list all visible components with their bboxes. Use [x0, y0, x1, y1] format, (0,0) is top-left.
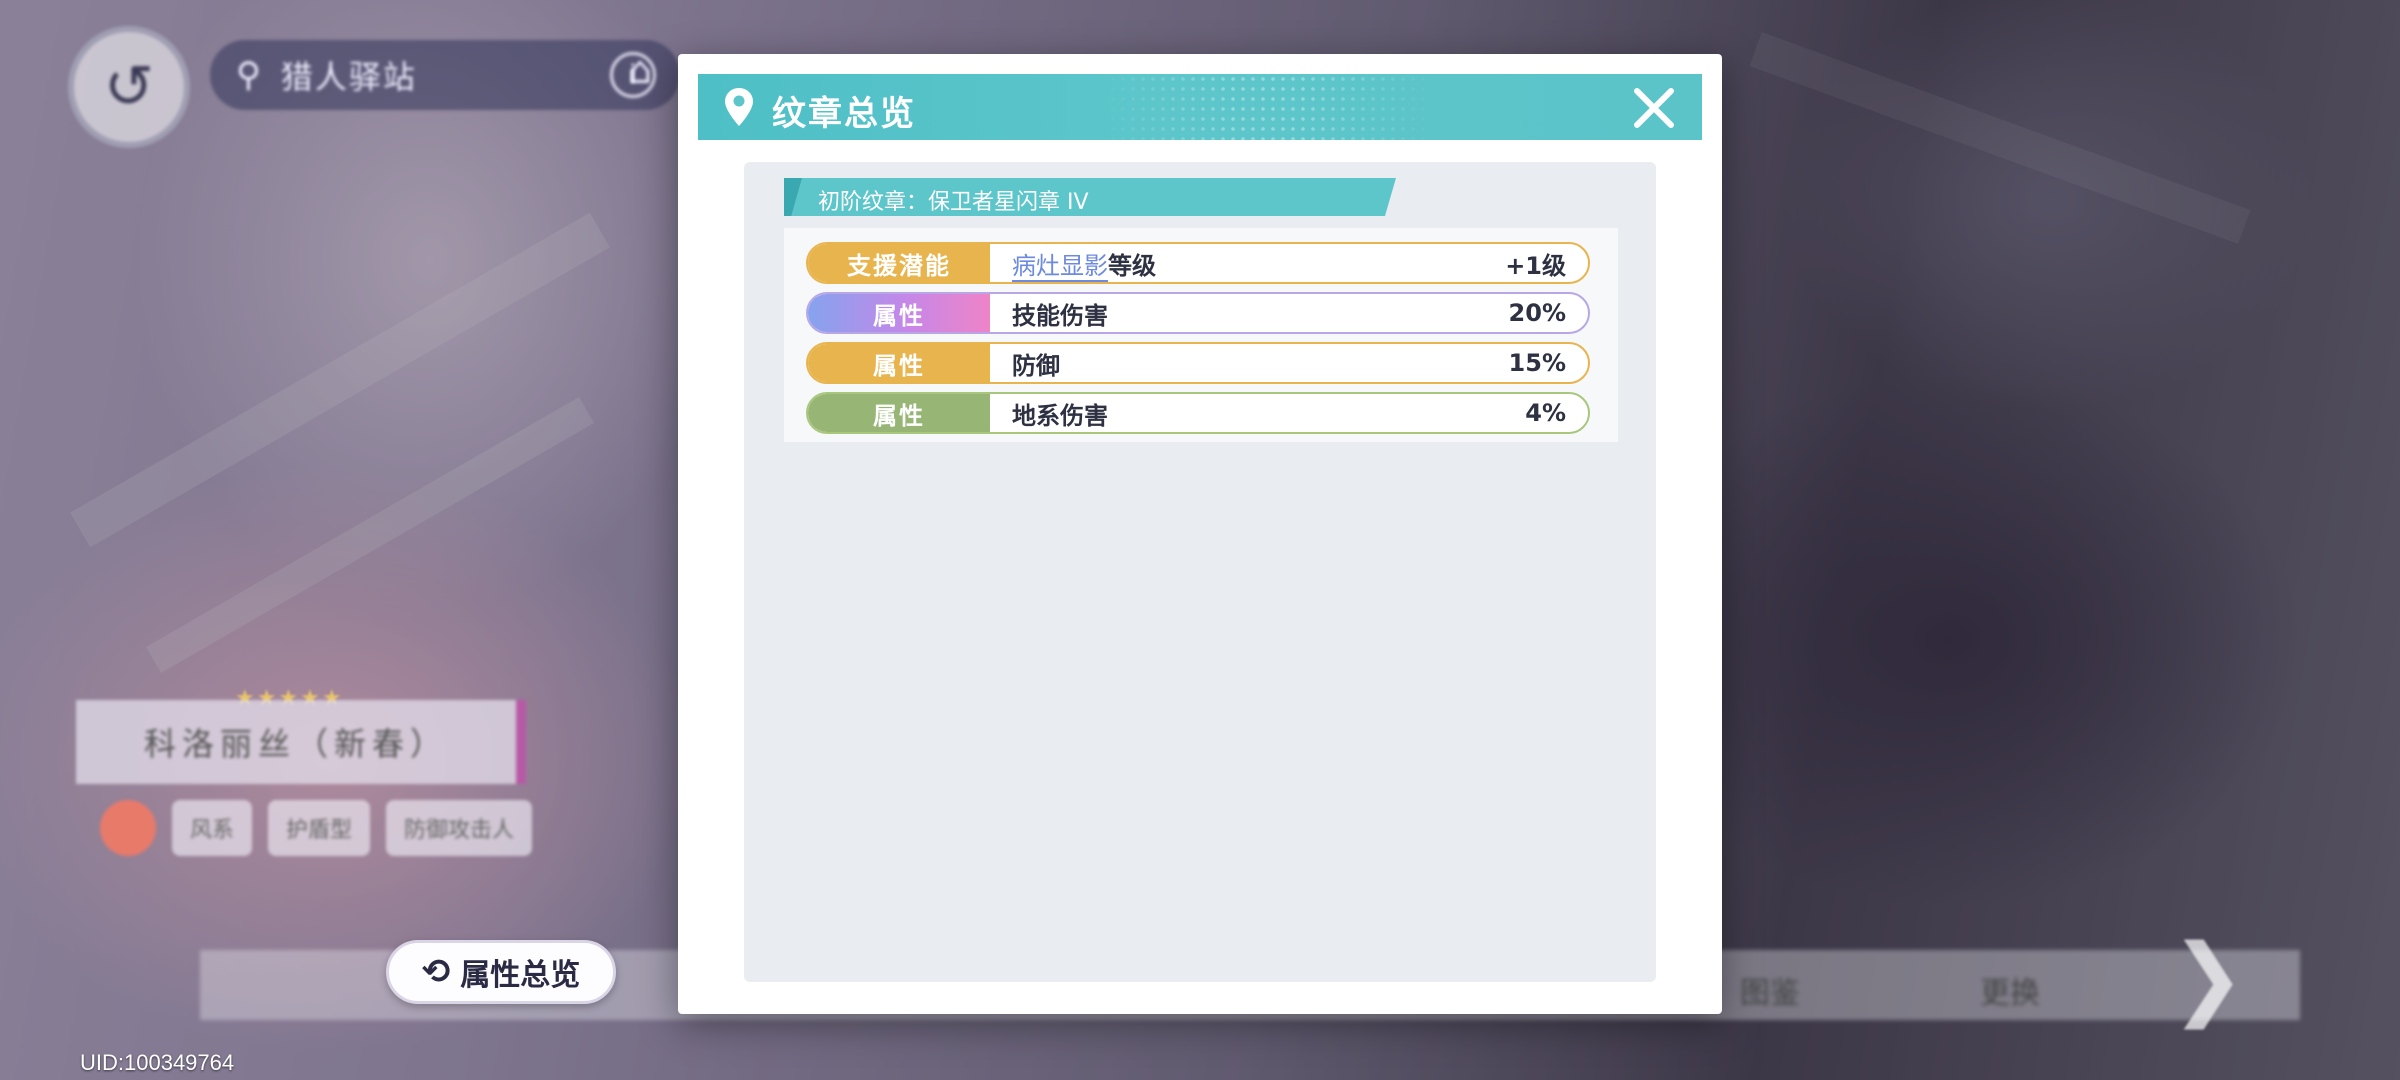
stat-name-link[interactable]: 病灶显影 [1012, 251, 1108, 282]
home-icon[interactable]: ⌂ [628, 48, 678, 98]
location-text: 猎人驿站 [280, 58, 417, 96]
attribute-overview-button[interactable]: ⟲ 属性总览 [386, 940, 616, 1004]
badge-banner: 初阶纹章：保卫者星闪章 IV [784, 178, 1396, 216]
modal-title: 纹章总览 [772, 94, 916, 134]
stat-tag: 属性 [808, 294, 990, 332]
stat-row: 属性 技能伤害 20% [806, 292, 1590, 334]
character-tag: 防御攻击人 [386, 800, 533, 856]
badge-overview-modal: 纹章总览 初阶纹章：保卫者星闪章 IV 支援潜能 病灶显影等级 +1级 属性 技… [678, 54, 1722, 1014]
next-arrow-icon[interactable]: ❯ [2170, 925, 2245, 1030]
stat-tag: 支援潜能 [808, 244, 990, 282]
location-bar[interactable]: ⚲ 猎人驿站 i [210, 40, 680, 110]
stat-name: 防御 [1012, 351, 1060, 380]
badge-content-panel: 初阶纹章：保卫者星闪章 IV 支援潜能 病灶显影等级 +1级 属性 技能伤害 2… [744, 162, 1656, 982]
element-orb-icon [100, 800, 156, 856]
stat-row: 属性 防御 15% [806, 342, 1590, 384]
stat-tag: 属性 [808, 394, 990, 432]
bottom-item-gallery[interactable]: 图鉴 [1740, 968, 1800, 1012]
badge-title: 初阶纹章：保卫者星闪章 IV [818, 190, 1089, 215]
character-tag: 风系 [172, 800, 253, 856]
stat-list: 支援潜能 病灶显影等级 +1级 属性 技能伤害 20% 属性 防御 15% 属性… [784, 228, 1618, 442]
back-arrow-icon: ↺ [103, 52, 155, 122]
stat-row: 属性 地系伤害 4% [806, 392, 1590, 434]
stat-value: 4% [1525, 399, 1566, 427]
character-tags: 风系 护盾型 防御攻击人 [100, 800, 533, 856]
location-pin-icon [725, 88, 753, 126]
stat-value: 15% [1508, 349, 1566, 377]
stat-name-text: 等级 [1108, 251, 1156, 280]
close-button[interactable] [1626, 80, 1682, 136]
stat-row: 支援潜能 病灶显影等级 +1级 [806, 242, 1590, 284]
character-tag: 护盾型 [268, 800, 371, 856]
modal-header: 纹章总览 [698, 74, 1702, 140]
back-button[interactable]: ↺ [68, 26, 190, 148]
character-name: 科洛丽丝（新春） [76, 700, 526, 784]
location-pin-icon: ⚲ [236, 55, 261, 95]
uid-label: UID:100349764 [80, 1050, 235, 1075]
stat-name: 技能伤害 [1012, 301, 1108, 330]
stat-value: 20% [1508, 299, 1566, 327]
stat-tag: 属性 [808, 344, 990, 382]
stat-name: 病灶显影等级 [1012, 246, 1156, 282]
bottom-item-swap[interactable]: 更换 [1980, 968, 2040, 1012]
close-icon [1634, 88, 1674, 128]
attribute-overview-label: 属性总览 [460, 958, 581, 993]
stat-name: 地系伤害 [1012, 401, 1108, 430]
stat-value: +1级 [1505, 251, 1566, 280]
sync-icon: ⟲ [421, 952, 451, 992]
